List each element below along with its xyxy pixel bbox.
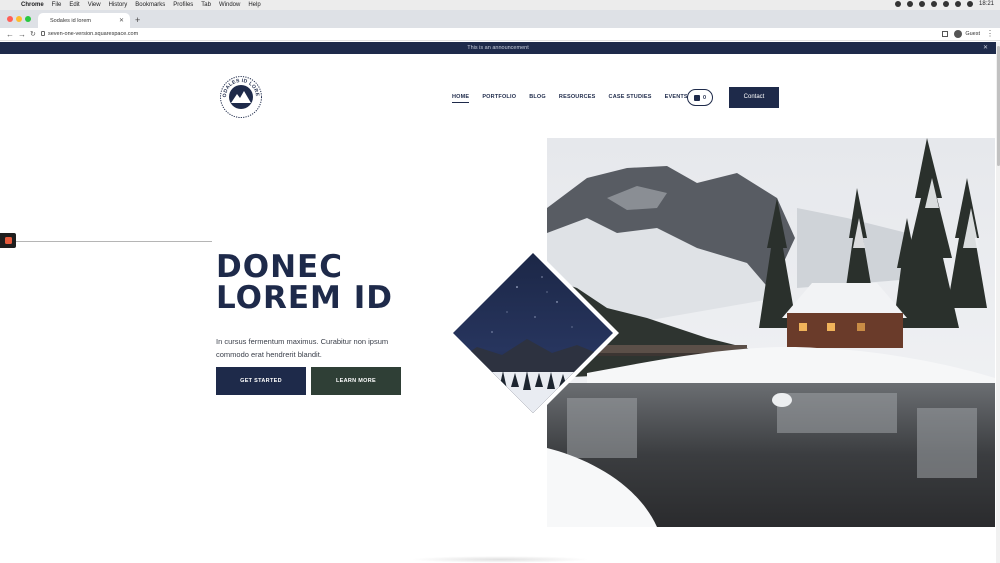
browser-toolbar: ← → ↻ seven-one-version.squarespace.com …	[0, 28, 1000, 41]
side-widget-tab[interactable]	[0, 233, 16, 248]
nav-portfolio[interactable]: PORTFOLIO	[482, 94, 516, 103]
clock[interactable]: 18:21	[979, 1, 994, 7]
contact-button[interactable]: Contact	[729, 87, 779, 108]
search-icon[interactable]	[966, 1, 973, 7]
site-logo[interactable]: SODALES ID LOREM	[219, 75, 263, 119]
widget-icon	[5, 237, 12, 244]
decorative-line	[16, 241, 212, 242]
close-tab-icon[interactable]: ✕	[119, 17, 124, 24]
menu-chrome[interactable]: Chrome	[21, 2, 44, 8]
menu-file[interactable]: File	[52, 2, 62, 8]
tray-icon[interactable]	[906, 1, 913, 7]
headline-line-2: LOREM ID	[216, 280, 393, 316]
side-panel-icon[interactable]	[942, 31, 948, 37]
nav-home[interactable]: HOME	[452, 94, 470, 103]
minimize-window-button[interactable]	[16, 16, 22, 22]
tray-icon[interactable]	[918, 1, 925, 7]
scrollbar-thumb[interactable]	[996, 46, 1000, 166]
browser-menu-icon[interactable]: ⋮	[986, 29, 994, 38]
back-button[interactable]: ←	[6, 30, 14, 39]
app-menu: Chrome File Edit View History Bookmarks …	[21, 2, 261, 8]
profile-avatar-icon	[954, 30, 963, 38]
battery-icon[interactable]	[954, 1, 961, 7]
maximize-window-button[interactable]	[25, 16, 31, 22]
shopping-bag-icon	[693, 94, 700, 101]
nav-blog[interactable]: BLOG	[529, 94, 546, 103]
nav-case-studies[interactable]: CASE STUDIES	[609, 94, 652, 103]
menu-bookmarks[interactable]: Bookmarks	[135, 2, 165, 8]
menu-edit[interactable]: Edit	[69, 2, 79, 8]
cart-button[interactable]: 0	[687, 89, 713, 106]
headline-line-1: DONEC	[216, 249, 343, 285]
nav-events[interactable]: EVENTS	[665, 94, 688, 103]
page-scrollbar[interactable]	[996, 42, 1000, 563]
lock-icon[interactable]	[41, 31, 45, 36]
main-navigation: HOME PORTFOLIO BLOG RESOURCES CASE STUDI…	[452, 94, 688, 103]
profile-label: Guest	[965, 31, 980, 37]
browser-tab[interactable]: Sodales id lorem ✕	[38, 13, 130, 28]
close-announcement-icon[interactable]: ✕	[983, 42, 988, 54]
tab-strip: Sodales id lorem ✕ +	[0, 10, 1000, 28]
status-tray: 18:21	[894, 1, 994, 7]
menu-view[interactable]: View	[88, 2, 101, 8]
hero-headline: DONEC LOREM ID	[216, 252, 456, 314]
close-window-button[interactable]	[7, 16, 13, 22]
address-bar[interactable]: seven-one-version.squarespace.com	[48, 31, 138, 37]
cart-count: 0	[702, 94, 707, 101]
tray-icon[interactable]	[930, 1, 937, 7]
tray-icon[interactable]	[894, 1, 901, 7]
menu-history[interactable]: History	[109, 2, 128, 8]
menu-help[interactable]: Help	[248, 2, 260, 8]
get-started-button[interactable]: GET STARTED	[216, 367, 306, 395]
menu-profiles[interactable]: Profiles	[173, 2, 193, 8]
scroll-shadow	[410, 556, 590, 563]
announcement-bar: This is an announcement ✕	[0, 42, 996, 54]
learn-more-button[interactable]: LEARN MORE	[311, 367, 401, 395]
profile-button[interactable]: Guest	[954, 30, 980, 38]
tab-title: Sodales id lorem	[50, 18, 91, 24]
nav-resources[interactable]: RESOURCES	[559, 94, 596, 103]
decorative-diamond-image	[447, 247, 619, 419]
forward-button[interactable]: →	[18, 30, 26, 39]
new-tab-button[interactable]: +	[135, 15, 140, 25]
reload-button[interactable]: ↻	[30, 30, 36, 38]
announcement-text: This is an announcement	[467, 45, 529, 51]
macos-menu-bar: Chrome File Edit View History Bookmarks …	[0, 0, 1000, 10]
menu-window[interactable]: Window	[219, 2, 240, 8]
menu-tab[interactable]: Tab	[201, 2, 211, 8]
wifi-icon[interactable]	[942, 1, 949, 7]
hero-body-text: In cursus fermentum maximus. Curabitur n…	[216, 337, 389, 359]
